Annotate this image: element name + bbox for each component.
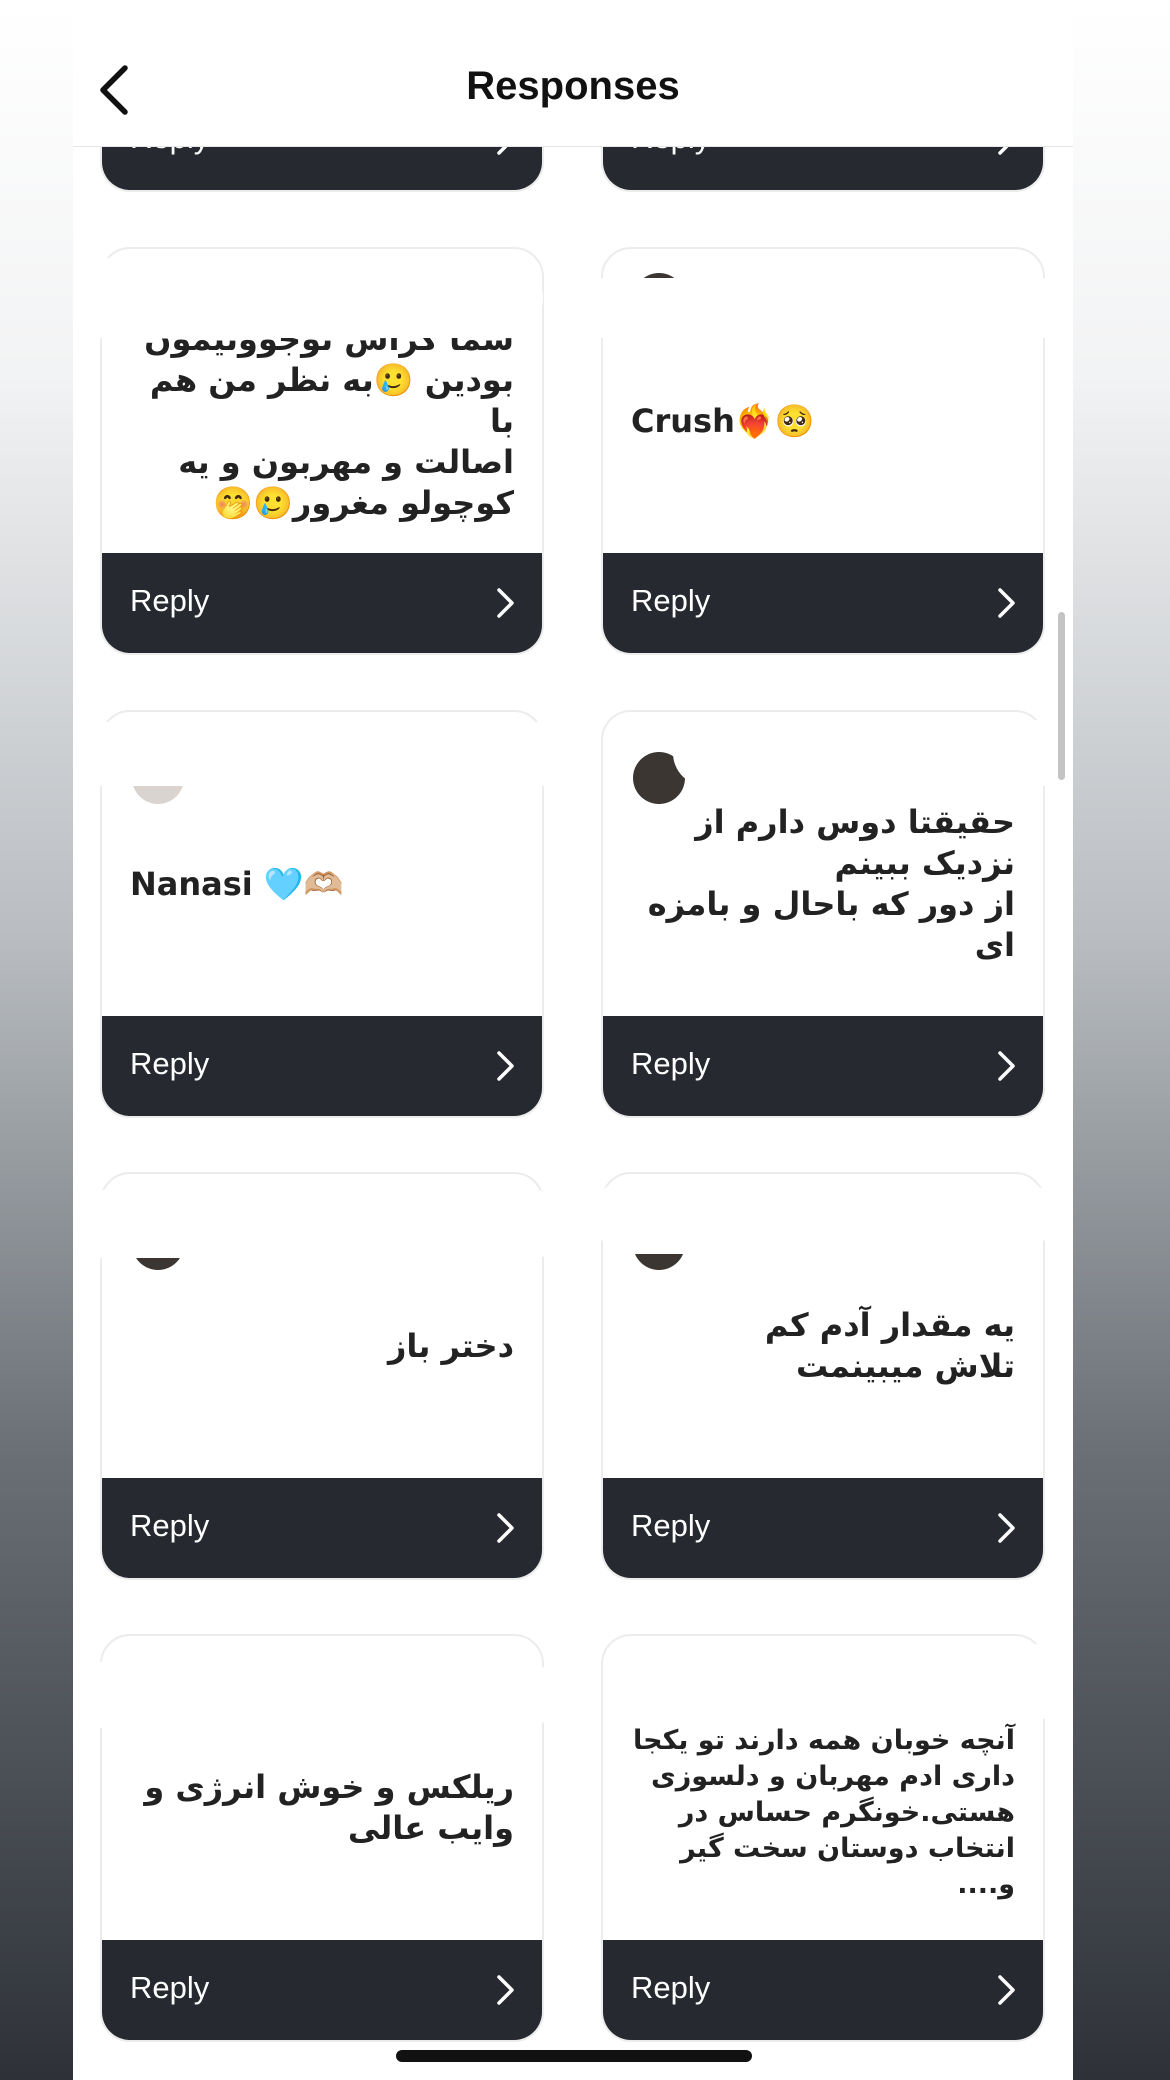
chevron-right-icon	[497, 1513, 514, 1543]
reply-label: Reply	[130, 583, 210, 618]
reply-label: Reply	[130, 1046, 210, 1081]
scrollbar[interactable]	[1058, 612, 1065, 780]
reply-label: Reply	[631, 583, 711, 618]
reply-label: Reply	[631, 1046, 711, 1081]
reply-button[interactable]: Reply	[603, 553, 1043, 653]
redaction-overlay	[73, 1190, 568, 1258]
chevron-right-icon	[497, 588, 514, 618]
response-message: حقیقتا دوس دارم از نزدیک ببینم از دور که…	[647, 803, 1015, 964]
header: Responses	[73, 0, 1073, 147]
redaction-overlay	[593, 1178, 1053, 1254]
redaction-overlay	[603, 1644, 1073, 1720]
response-message: آنچه خوبان همه دارند تو یکجا داری ادم مه…	[632, 1725, 1015, 1900]
redaction-overlay	[73, 1662, 558, 1728]
reply-button[interactable]: Reply	[102, 1478, 542, 1578]
responses-sheet: Reply Reply شما کراش نوجوونیمون بودین 🥲ب…	[73, 0, 1073, 2080]
chevron-right-icon	[998, 1051, 1015, 1081]
chevron-right-icon	[998, 1975, 1015, 2005]
redaction-overlay	[73, 722, 593, 786]
reply-label: Reply	[631, 1508, 711, 1543]
redaction-overlay	[563, 278, 1073, 338]
reply-button[interactable]: Reply	[102, 553, 542, 653]
page-title: Responses	[466, 64, 680, 108]
reply-label: Reply	[130, 1970, 210, 2005]
reply-button[interactable]: Reply	[102, 1940, 542, 2040]
reply-button[interactable]: Reply	[603, 1940, 1043, 2040]
chevron-right-icon	[998, 588, 1015, 618]
response-message: Nanasi 🩵🫶🏼	[130, 864, 344, 903]
chevron-right-icon	[497, 1051, 514, 1081]
reply-button[interactable]: Reply	[603, 1016, 1043, 1116]
redaction-overlay	[673, 720, 1073, 786]
reply-button[interactable]: Reply	[102, 1016, 542, 1116]
redaction-overlay	[73, 258, 543, 338]
chevron-right-icon	[497, 1975, 514, 2005]
reply-label: Reply	[631, 1970, 711, 2005]
reply-button[interactable]: Reply	[603, 1478, 1043, 1578]
chevron-right-icon	[998, 1513, 1015, 1543]
reply-label: Reply	[130, 1508, 210, 1543]
home-indicator[interactable]	[396, 2050, 752, 2062]
